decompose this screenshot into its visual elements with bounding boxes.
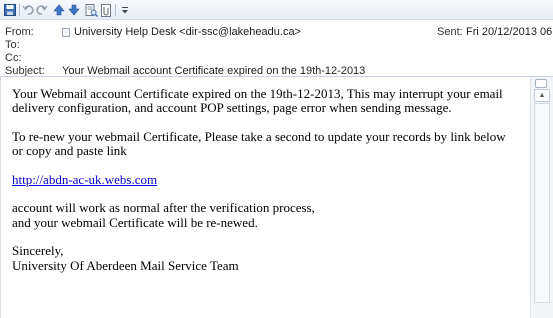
cc-row: Cc: <box>0 52 553 65</box>
phishing-link-paragraph: http://abdn-ac-uk.webs.com <box>12 172 519 187</box>
next-item-icon[interactable] <box>67 3 81 17</box>
body-line: and your webmail Certificate will be re-… <box>12 214 258 230</box>
customize-toolbar-icon[interactable] <box>118 3 132 17</box>
message-header: From: University Help Desk <dir-ssc@lake… <box>0 20 553 77</box>
body-paragraph: To re-new your webmail Certificate, Plea… <box>12 128 506 159</box>
from-row: From: University Help Desk <dir-ssc@lake… <box>0 26 553 39</box>
scroll-up-button[interactable]: ▲ <box>534 89 550 102</box>
attach-icon[interactable] <box>99 3 113 17</box>
cc-label: Cc: <box>5 52 22 64</box>
redo-icon[interactable] <box>35 3 49 17</box>
to-row: To: <box>0 39 553 52</box>
message-body[interactable]: Your Webmail account Certificate expired… <box>0 77 530 318</box>
body-line: account will work as normal after the ve… <box>12 200 315 216</box>
sent-label: Sent: <box>437 26 463 38</box>
from-value[interactable]: University Help Desk <dir-ssc@lakeheadu.… <box>74 26 301 38</box>
body-link[interactable]: http://abdn-ac-uk.webs.com <box>12 172 157 187</box>
from-label: From: <box>5 26 34 38</box>
previous-item-icon[interactable] <box>52 3 66 17</box>
save-icon[interactable] <box>3 3 17 17</box>
undo-icon[interactable] <box>21 3 35 17</box>
sent-value: Fri 20/12/2013 06:09 <box>466 26 553 38</box>
message-pane: Your Webmail account Certificate expired… <box>0 76 553 318</box>
quick-access-toolbar <box>0 0 553 20</box>
signature-block: Sincerely, University Of Aberdeen Mail Se… <box>12 244 519 273</box>
signature-text: University Of Aberdeen Mail Service Team <box>12 257 239 273</box>
body-paragraph: Your Webmail account Certificate expired… <box>12 86 503 116</box>
toolbar-separator <box>19 4 20 16</box>
vertical-scrollbar[interactable]: ▲ <box>530 77 553 318</box>
reading-pane-icon[interactable] <box>535 79 547 88</box>
closing-text: Sincerely, <box>12 243 64 259</box>
print-preview-icon[interactable] <box>84 3 98 17</box>
scroll-thumb[interactable] <box>534 103 550 303</box>
body-paragraph: account will work as normal after the ve… <box>12 201 519 230</box>
toolbar-separator <box>115 4 116 16</box>
contact-card-icon[interactable] <box>62 28 70 37</box>
to-label: To: <box>5 39 20 51</box>
